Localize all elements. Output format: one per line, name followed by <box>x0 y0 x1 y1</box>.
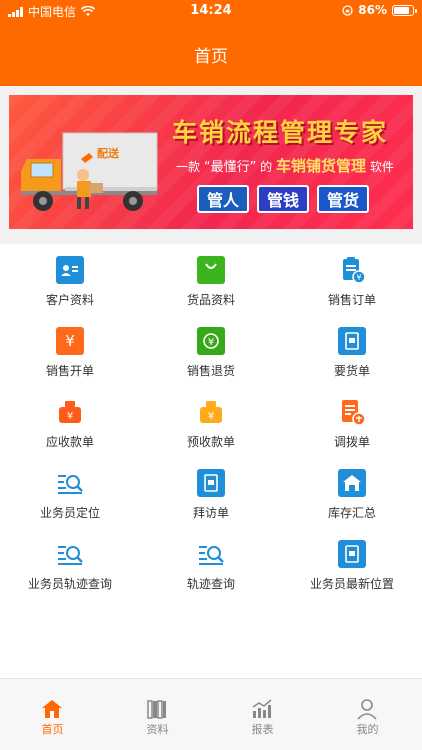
track-search-icon <box>56 540 84 568</box>
grid-item-label: 销售订单 <box>327 293 376 307</box>
promo-banner[interactable]: 配送 车销流程管理专家 一款 “最懂行” 的 车销铺货管理 软件 管人 管钱 管… <box>9 95 413 229</box>
grid-item-request[interactable]: 要货单 <box>282 315 422 386</box>
grid-item-label: 拜访单 <box>192 506 229 520</box>
sales-order-icon: ¥ <box>338 256 366 284</box>
banner-tags: 管人 管钱 管货 <box>197 185 369 213</box>
truck-brand: 配送 <box>97 146 120 160</box>
transfer-doc-icon <box>338 398 366 426</box>
user-icon <box>357 699 377 720</box>
banner-sub-mid: 的 <box>260 160 273 174</box>
request-form-icon <box>338 327 366 355</box>
grid-item-label: 业务员定位 <box>39 506 100 520</box>
grid-item-sales-order[interactable]: ¥ 销售订单 <box>282 244 422 315</box>
grid-item-label: 预收款单 <box>186 435 235 449</box>
grid-item-sales-bill[interactable]: ¥ 销售开单 <box>0 315 140 386</box>
home-icon <box>42 700 62 718</box>
visit-form-icon <box>197 469 225 497</box>
prepaid-box-icon: ¥ <box>197 398 225 426</box>
grid-item-inventory[interactable]: 库存汇总 <box>282 457 422 528</box>
banner-section: 配送 车销流程管理专家 一款 “最懂行” 的 车销铺货管理 软件 管人 管钱 管… <box>0 86 422 244</box>
banner-sub-highlight: 车销铺货管理 <box>276 157 367 175</box>
grid-item-label: 销售退货 <box>186 364 235 378</box>
tab-bar: 首页 资料 报表 我的 <box>0 678 422 750</box>
banner-tag: 管人 <box>197 185 249 213</box>
grid-item-sales-return[interactable]: ¥ 销售退货 <box>141 315 281 386</box>
latest-position-icon <box>338 540 366 568</box>
grid-item-goods[interactable]: 货品资料 <box>141 244 281 315</box>
banner-sub-quote: “最懂行” <box>203 160 257 175</box>
function-grid: 客户资料 货品资料 ¥ 销售订单 ¥ 销售开单 ¥ 销售退货 要货单 ¥ 应收款… <box>0 244 422 678</box>
grid-item-customer[interactable]: 客户资料 <box>0 244 140 315</box>
yuan-receipt-icon: ¥ <box>56 327 84 355</box>
tab-label: 资料 <box>146 723 169 736</box>
grid-item-label: 轨迹查询 <box>186 577 235 591</box>
grid-item-label: 业务员最新位置 <box>309 577 394 591</box>
status-bar: 中国电信 14:24 86% <box>0 0 422 22</box>
receivable-box-icon: ¥ <box>56 398 84 426</box>
banner-tag: 管钱 <box>257 185 309 213</box>
battery-percent: 86% <box>358 3 387 17</box>
banner-tag: 管货 <box>317 185 369 213</box>
tab-data[interactable]: 资料 <box>105 679 210 750</box>
svg-text:¥: ¥ <box>356 273 361 282</box>
nav-bar: 首页 <box>0 22 422 86</box>
grid-item-label: 销售开单 <box>45 364 94 378</box>
battery-icon <box>392 4 417 16</box>
tab-label: 我的 <box>356 723 379 736</box>
status-right: 86% <box>342 3 417 17</box>
grid-item-label: 库存汇总 <box>327 506 376 520</box>
banner-sub-prefix: 一款 <box>176 160 201 174</box>
svg-text:¥: ¥ <box>208 337 214 348</box>
grid-item-label: 业务员轨迹查询 <box>27 577 112 591</box>
grid-item-label: 调拨单 <box>333 435 370 449</box>
tab-label: 首页 <box>41 723 64 736</box>
grid-item-latest-position[interactable]: 业务员最新位置 <box>282 528 422 599</box>
grid-item-visit[interactable]: 拜访单 <box>141 457 281 528</box>
tab-report[interactable]: 报表 <box>210 679 315 750</box>
svg-text:¥: ¥ <box>67 411 73 422</box>
grid-item-track-query[interactable]: 业务员轨迹查询 <box>0 528 140 599</box>
grid-item-prepaid[interactable]: ¥ 预收款单 <box>141 386 281 457</box>
grid-item-label: 客户资料 <box>45 293 94 307</box>
banner-sub-suffix: 软件 <box>369 160 394 174</box>
grid-item-route[interactable]: 轨迹查询 <box>141 528 281 599</box>
grid-item-label: 要货单 <box>333 364 370 378</box>
warehouse-icon <box>338 469 366 497</box>
tab-home[interactable]: 首页 <box>0 679 105 750</box>
grid-item-transfer[interactable]: 调拨单 <box>282 386 422 457</box>
books-icon <box>147 700 166 719</box>
chart-icon <box>252 699 272 718</box>
banner-title: 车销流程管理专家 <box>172 118 389 147</box>
shopping-bag-icon <box>197 256 225 284</box>
return-yuan-icon: ¥ <box>197 327 225 355</box>
grid-item-locate[interactable]: 业务员定位 <box>0 457 140 528</box>
grid-item-label: 应收款单 <box>45 435 94 449</box>
locate-search-icon <box>56 469 84 497</box>
tab-label: 报表 <box>251 723 274 736</box>
svg-text:¥: ¥ <box>65 332 75 350</box>
customer-card-icon <box>56 256 84 284</box>
grid-item-label: 货品资料 <box>186 293 235 307</box>
svg-text:¥: ¥ <box>208 411 214 422</box>
banner-subtitle: 一款 “最懂行” 的 车销铺货管理 软件 <box>176 155 394 176</box>
grid-item-receivable[interactable]: ¥ 应收款单 <box>0 386 140 457</box>
tab-mine[interactable]: 我的 <box>315 679 420 750</box>
route-search-icon <box>197 540 225 568</box>
delivery-truck-icon: 配送 <box>21 132 158 211</box>
orientation-lock-icon <box>342 4 353 16</box>
page-title: 首页 <box>194 46 228 67</box>
